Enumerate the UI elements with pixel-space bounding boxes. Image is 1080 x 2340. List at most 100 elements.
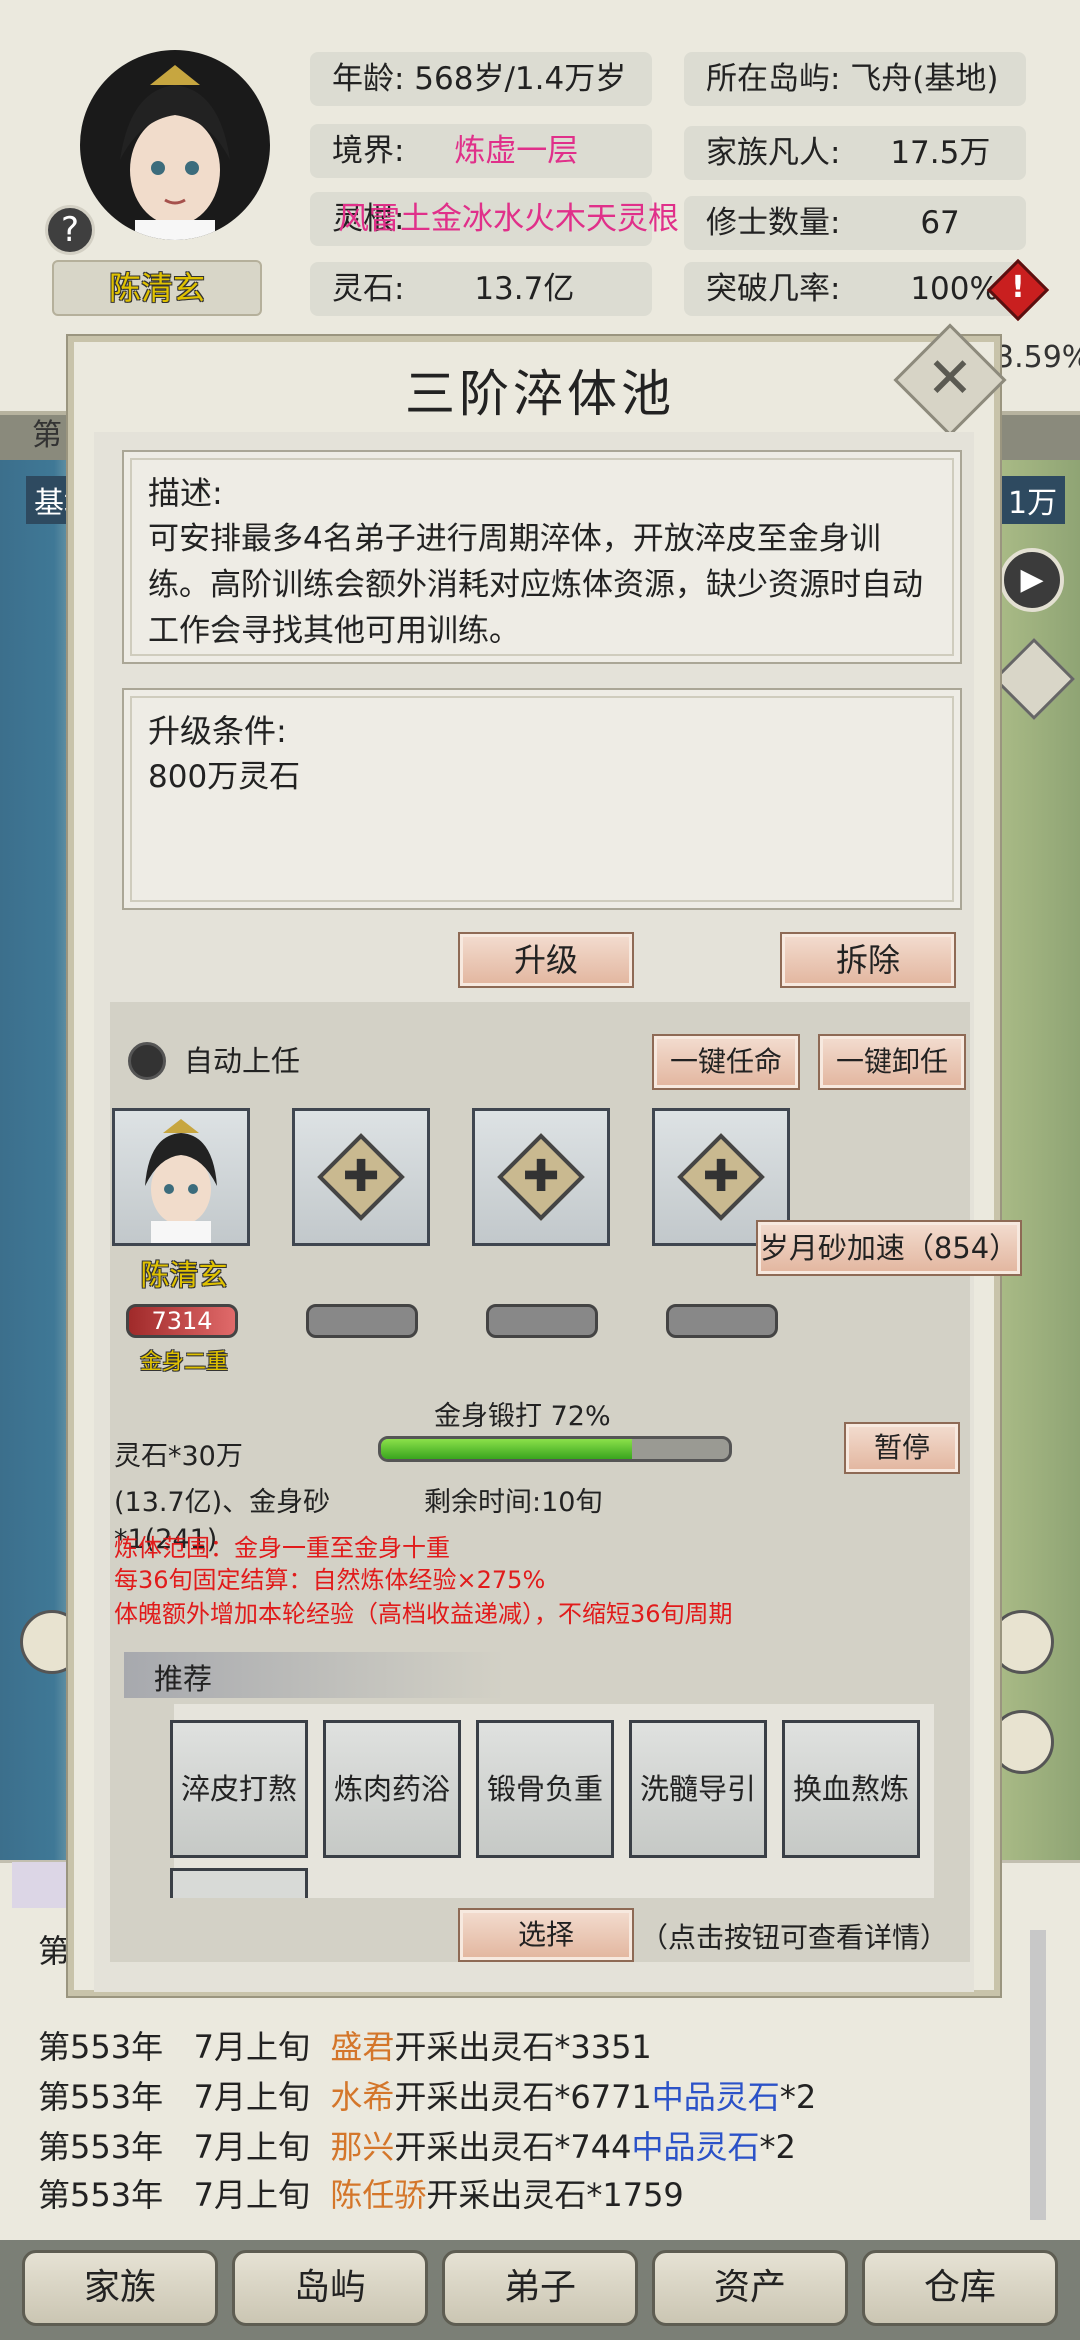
nav-warehouse[interactable]: 仓库 bbox=[862, 2250, 1058, 2326]
red-note-1: 炼体范围：金身一重至金身十重 bbox=[114, 1534, 450, 1562]
rec-blood-refining[interactable]: 换血熬炼 bbox=[782, 1720, 920, 1858]
nav-island[interactable]: 岛屿 bbox=[232, 2250, 428, 2326]
log-year: 第553年 bbox=[38, 2028, 164, 2066]
log-item[interactable]: 中品灵石 bbox=[631, 2128, 759, 2166]
avatar[interactable] bbox=[80, 50, 270, 240]
slot-4-bar bbox=[666, 1304, 778, 1338]
log-item-count: *2 bbox=[759, 2128, 796, 2166]
red-note-2: 每36旬固定结算：自然炼体经验×275% bbox=[114, 1566, 546, 1594]
recommend-label: 推荐 bbox=[154, 1662, 213, 1696]
mortals-info: 家族凡人: 17.5万 bbox=[684, 126, 1026, 180]
log-row: 第553年 7月上旬 水希开采出灵石*6771中品灵石*2 bbox=[38, 2074, 816, 2120]
age-info: 年龄: 568岁/1.4万岁 bbox=[310, 52, 652, 106]
mortals-label: 家族凡人: bbox=[706, 135, 841, 171]
upgrade-cost: 800万灵石 bbox=[148, 759, 301, 795]
description-box: 描述: 可安排最多4名弟子进行周期淬体，开放淬皮至金身训练。高阶训练会额外消耗对… bbox=[122, 450, 962, 664]
rec-bone-forging[interactable]: 锻骨负重 bbox=[476, 1720, 614, 1858]
remaining-time: 剩余时间:10旬 bbox=[424, 1487, 603, 1518]
mortals-value: 17.5万 bbox=[890, 135, 991, 171]
log-name[interactable]: 陈任骄 bbox=[330, 2176, 426, 2214]
log-year: 第 bbox=[38, 1932, 71, 1970]
spirit-stone-info: 灵石: 13.7亿 bbox=[310, 262, 652, 316]
warning-mark: ! bbox=[1011, 270, 1025, 305]
cost-line-2: (13.7亿)、金身砂 bbox=[114, 1487, 331, 1518]
log-time: 7月上旬 bbox=[193, 2028, 310, 2066]
cultivators-value: 67 bbox=[920, 205, 960, 241]
auto-assign-label: 自动上任 bbox=[184, 1044, 301, 1078]
disciple-slot-2[interactable]: ✚ bbox=[292, 1108, 430, 1246]
upgrade-title: 升级条件: bbox=[148, 712, 287, 750]
log-text: 开采出灵石*1759 bbox=[426, 2176, 684, 2214]
slot-3-bar bbox=[486, 1304, 598, 1338]
nav-assets[interactable]: 资产 bbox=[652, 2250, 848, 2326]
disciple-slot-3[interactable]: ✚ bbox=[472, 1108, 610, 1246]
rec-marrow-cleansing[interactable]: 洗髓导引 bbox=[629, 1720, 767, 1858]
close-icon: ✕ bbox=[926, 346, 974, 411]
log-year: 第553年 bbox=[38, 2078, 164, 2116]
speedup-button[interactable]: 岁月砂加速（854） bbox=[756, 1220, 1022, 1276]
cultivators-info: 修士数量: 67 bbox=[684, 196, 1026, 250]
nav-family[interactable]: 家族 bbox=[22, 2250, 218, 2326]
disciple-slot-1[interactable] bbox=[112, 1108, 250, 1246]
log-time: 7月上旬 bbox=[193, 2176, 310, 2214]
breakthrough-value: 100% bbox=[910, 271, 999, 307]
realm-info: 境界: 炼虚一层 bbox=[310, 124, 652, 178]
character-name[interactable]: 陈清玄 bbox=[52, 260, 262, 316]
breakthrough-label: 突破几率: bbox=[706, 271, 841, 307]
log-time: 7月上旬 bbox=[193, 2078, 310, 2116]
log-text: 开采出灵石*6771 bbox=[394, 2078, 652, 2116]
red-note-3: 体魄额外增加本轮经验（高档收益递减），不缩短36旬周期 bbox=[114, 1600, 733, 1628]
log-text: 开采出灵石*744 bbox=[394, 2128, 632, 2166]
disciple-portrait-icon bbox=[145, 1119, 217, 1243]
log-row: 第553年 7月上旬 陈任骄开采出灵石*1759 bbox=[38, 2172, 684, 2218]
log-name[interactable]: 水希 bbox=[330, 2078, 394, 2116]
plus-icon: ✚ bbox=[342, 1151, 380, 1202]
rec-flesh-bath[interactable]: 炼肉药浴 bbox=[323, 1720, 461, 1858]
slot-disciple-value: 7314 bbox=[126, 1304, 238, 1338]
log-year: 第553年 bbox=[38, 2128, 164, 2166]
help-icon[interactable]: ? bbox=[45, 205, 95, 255]
description-text: 可安排最多4名弟子进行周期淬体，开放淬皮至金身训练。高阶训练会额外消耗对应炼体资… bbox=[148, 521, 923, 649]
log-item-count: *2 bbox=[779, 2078, 817, 2116]
slot-disciple-realm: 金身二重 bbox=[139, 1350, 228, 1375]
progress-fill bbox=[381, 1439, 632, 1459]
log-row: 第553年 7月上旬 盛君开采出灵石*3351 bbox=[38, 2024, 652, 2070]
select-button[interactable]: 选择 bbox=[458, 1908, 634, 1962]
partial-stat: 3.59% bbox=[995, 340, 1080, 375]
log-item[interactable]: 中品灵石 bbox=[652, 2078, 780, 2116]
one-key-assign-button[interactable]: 一键任命 bbox=[652, 1034, 800, 1090]
play-icon[interactable]: ▶ bbox=[1000, 548, 1064, 612]
stones-label: 灵石: bbox=[332, 271, 405, 307]
upgrade-box: 升级条件: 800万灵石 bbox=[122, 688, 962, 910]
log-year: 第553年 bbox=[38, 2176, 164, 2214]
log-name[interactable]: 盛君 bbox=[330, 2028, 394, 2066]
log-text: 开采出灵石*3351 bbox=[394, 2028, 652, 2066]
cultivators-label: 修士数量: bbox=[706, 205, 841, 241]
log-name[interactable]: 那兴 bbox=[330, 2128, 394, 2166]
select-hint: （点击按钮可查看详情） bbox=[640, 1921, 949, 1954]
map-count-label: 1万 bbox=[1000, 476, 1066, 524]
plus-icon: ✚ bbox=[522, 1151, 560, 1202]
upgrade-button[interactable]: 升级 bbox=[458, 932, 634, 988]
breakthrough-info: 突破几率: 100% bbox=[684, 262, 1026, 316]
slot-2-bar bbox=[306, 1304, 418, 1338]
demolish-button[interactable]: 拆除 bbox=[780, 932, 956, 988]
one-key-remove-button[interactable]: 一键卸任 bbox=[818, 1034, 966, 1090]
realm-label: 境界: bbox=[332, 133, 405, 169]
auto-assign-toggle[interactable] bbox=[128, 1042, 166, 1080]
log-scrollbar[interactable] bbox=[1030, 1930, 1046, 2220]
avatar-portrait-icon bbox=[120, 65, 230, 240]
realm-value: 炼虚一层 bbox=[454, 133, 579, 169]
stones-value: 13.7亿 bbox=[474, 271, 575, 307]
nav-disciple[interactable]: 弟子 bbox=[442, 2250, 638, 2326]
recommend-header: 推荐 bbox=[124, 1652, 504, 1698]
pause-button[interactable]: 暂停 bbox=[844, 1422, 960, 1474]
partial-label-left: 第 bbox=[32, 418, 62, 453]
progress-bar bbox=[378, 1436, 732, 1462]
log-time: 7月上旬 bbox=[193, 2128, 310, 2166]
rec-skin-tempering[interactable]: 淬皮打熬 bbox=[170, 1720, 308, 1858]
building-modal: 三阶淬体池 ✕ 描述: 可安排最多4名弟子进行周期淬体，开放淬皮至金身训练。高阶… bbox=[68, 323, 1022, 1996]
rec-partial-item[interactable] bbox=[170, 1868, 308, 1898]
slot-disciple-name: 陈清玄 bbox=[140, 1258, 228, 1292]
log-row: 第 bbox=[38, 1928, 70, 1974]
